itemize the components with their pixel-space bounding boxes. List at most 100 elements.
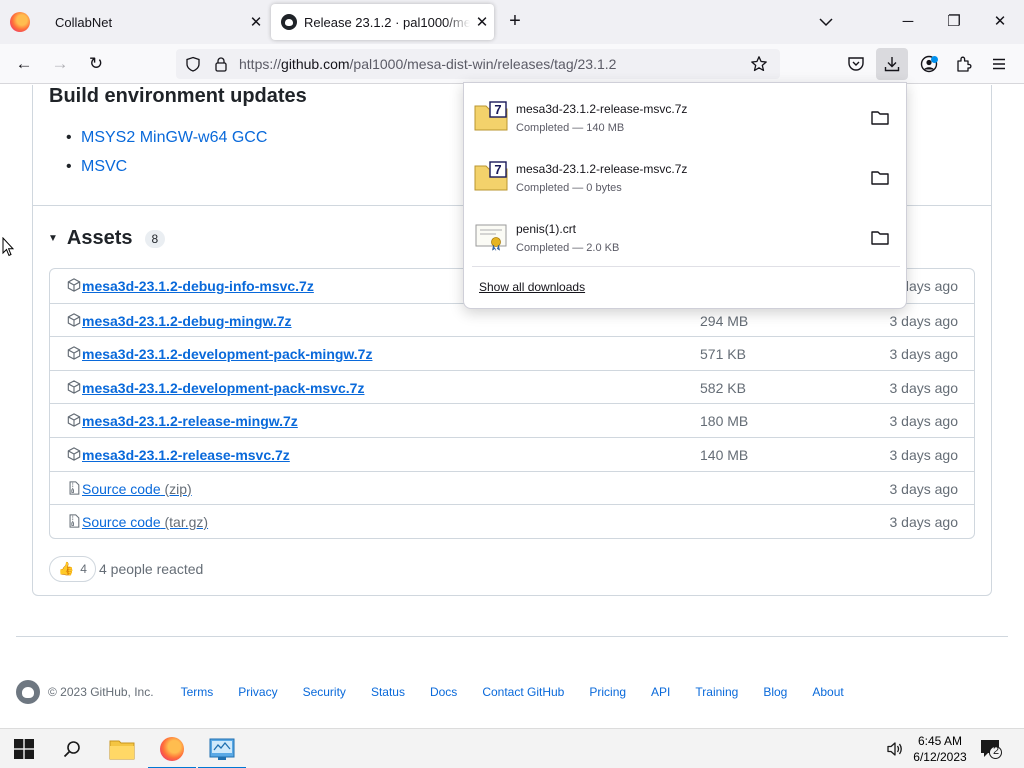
footer-link-status[interactable]: Status [371,685,405,699]
asset-size: 571 KB [700,346,746,363]
minimize-button[interactable]: ─ [885,10,931,34]
reaction-summary: 4 people reacted [99,561,204,577]
taskbar-file-explorer[interactable] [98,729,146,768]
footer-link-terms[interactable]: Terms [181,685,214,699]
start-button[interactable] [0,729,48,768]
reload-button[interactable]: ↻ [84,52,108,76]
folder-icon[interactable] [870,169,890,187]
footer-link-pricing[interactable]: Pricing [589,685,626,699]
package-icon [67,380,81,394]
download-item[interactable]: penis(1).crt Completed — 2.0 KB [464,207,908,265]
asset-link[interactable]: mesa3d-23.1.2-debug-info-msvc.7z [82,278,314,294]
file-zip-icon [69,514,80,528]
pocket-icon[interactable] [847,56,865,72]
footer-link-api[interactable]: API [651,685,670,699]
asset-link[interactable]: mesa3d-23.1.2-release-msvc.7z [82,447,290,463]
tab-close-icon[interactable]: ✕ [470,13,494,31]
source-label: Source code [82,514,161,531]
list-item: MSYS2 MinGW-w64 GCC [66,123,267,152]
downloads-divider [472,266,900,267]
tab-title: CollabNet [55,14,113,30]
7zip-archive-icon: 7 [474,101,508,131]
build-link-msvc[interactable]: MSVC [81,158,127,176]
shield-icon[interactable] [185,56,201,72]
source-format: (tar.gz) [164,514,209,531]
clock-date: 6/12/2023 [913,750,967,764]
download-icon [884,57,900,72]
asset-link[interactable]: mesa3d-23.1.2-development-pack-mingw.7z [82,346,372,362]
list-all-tabs-button[interactable] [814,12,838,32]
footer-link-docs[interactable]: Docs [430,685,457,699]
assets-toggle[interactable]: ▼ Assets 8 [48,227,166,250]
asset-date: 3 days ago [889,413,959,430]
github-logo-icon[interactable] [16,680,40,704]
asset-date: 3 days ago [889,379,959,396]
footer-link-security[interactable]: Security [303,685,346,699]
footer-link-training[interactable]: Training [695,685,738,699]
extensions-puzzle-icon[interactable] [955,55,973,73]
source-format: (zip) [164,480,192,497]
source-zip-link[interactable]: Source code (zip) [82,481,192,497]
asset-size: 582 KB [700,379,746,396]
footer-link-privacy[interactable]: Privacy [238,685,277,699]
package-icon [67,447,81,461]
tab-collabnet[interactable]: CollabNet ✕ [44,4,268,40]
show-all-downloads-button[interactable]: Show all downloads [479,280,585,294]
notification-center-button[interactable]: 2 [980,739,1002,759]
list-item: MSVC [66,152,267,181]
tab-title: Release 23.1.2 · pal1000/mesa-dist-win [304,14,470,30]
tab-close-icon[interactable]: ✕ [244,13,268,31]
asset-row: mesa3d-23.1.2-release-msvc.7z 140 MB 3 d… [50,436,974,471]
back-button[interactable]: ← [12,52,36,76]
search-button[interactable] [48,729,96,768]
maximize-button[interactable]: ❐ [931,10,977,34]
asset-link[interactable]: mesa3d-23.1.2-debug-mingw.7z [82,313,292,329]
source-targz-link[interactable]: Source code (tar.gz) [82,514,208,530]
taskbar-control-panel[interactable] [198,729,246,768]
thumbs-up-reaction-button[interactable]: 👍 4 [49,556,96,582]
footer-link-about[interactable]: About [812,685,843,699]
close-window-button[interactable]: ✕ [977,10,1023,34]
7zip-archive-icon: 7 [474,161,508,191]
downloads-button[interactable] [876,48,908,80]
build-environment-list: MSYS2 MinGW-w64 GCC MSVC [66,123,267,181]
footer-link-contact[interactable]: Contact GitHub [482,685,564,699]
download-filename: penis(1).crt [516,222,577,236]
svg-text:7: 7 [494,102,501,117]
footer-copyright: © 2023 GitHub, Inc. [48,685,154,699]
hamburger-menu-icon[interactable] [991,56,1007,72]
download-item[interactable]: 7 mesa3d-23.1.2-release-msvc.7z Complete… [464,147,908,205]
address-bar[interactable]: https://github.com/pal1000/mesa-dist-win… [176,49,780,79]
bookmark-star-icon[interactable] [750,55,768,73]
asset-size: 294 MB [700,312,749,329]
asset-link[interactable]: mesa3d-23.1.2-development-pack-msvc.7z [82,380,364,396]
firefox-icon[interactable] [10,12,30,32]
svg-text:7: 7 [494,162,501,177]
asset-date: 3 days ago [889,446,959,463]
tab-release[interactable]: Release 23.1.2 · pal1000/mesa-dist-win ✕ [271,4,494,40]
folder-icon[interactable] [870,229,890,247]
build-link-msys2[interactable]: MSYS2 MinGW-w64 GCC [81,129,267,147]
windows-logo-icon [14,739,34,759]
thumbs-up-icon: 👍 [58,561,75,576]
asset-link[interactable]: mesa3d-23.1.2-release-mingw.7z [82,413,298,429]
notification-count: 2 [992,745,1000,757]
folder-icon[interactable] [870,109,890,127]
url-path: /pal1000/mesa-dist-win/releases/tag/23.1… [349,56,617,72]
asset-date: 3 days ago [889,514,959,531]
url-text[interactable]: https://github.com/pal1000/mesa-dist-win… [239,56,616,72]
certificate-icon [475,224,507,251]
download-status: Completed — 140 MB [516,122,625,134]
footer-link-blog[interactable]: Blog [763,685,787,699]
asset-date: 3 days ago [889,346,959,363]
downloads-panel: 7 mesa3d-23.1.2-release-msvc.7z Complete… [463,82,907,309]
taskbar-firefox[interactable] [148,729,196,768]
system-clock[interactable]: 6:45 AM 6/12/2023 [912,733,968,765]
speaker-icon[interactable] [886,741,904,757]
reaction-count: 4 [80,562,87,576]
download-item[interactable]: 7 mesa3d-23.1.2-release-msvc.7z Complete… [464,87,908,145]
new-tab-button[interactable]: + [503,10,527,34]
download-status: Completed — 0 bytes [516,182,622,194]
lock-icon[interactable] [213,56,229,72]
forward-button[interactable]: → [48,52,72,76]
